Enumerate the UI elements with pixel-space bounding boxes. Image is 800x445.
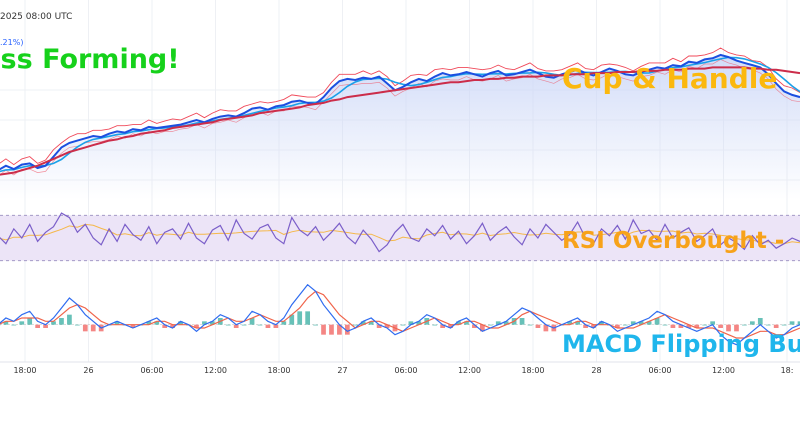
macd-histogram-bar (241, 324, 247, 326)
macd-histogram-bar (535, 324, 541, 328)
time-tick-label: 18:00 (267, 366, 290, 375)
macd-histogram-bar (74, 324, 80, 326)
time-tick-label: 18:00 (13, 366, 36, 375)
macd-histogram-bar (670, 324, 676, 328)
time-tick-label: 26 (83, 366, 93, 375)
time-tick-label: 06:00 (394, 366, 417, 375)
time-tick-label: 12:00 (204, 366, 227, 375)
macd-histogram-bar (789, 321, 795, 325)
macd-histogram-bar (329, 324, 334, 335)
time-tick-label: 12:00 (458, 366, 481, 375)
macd-histogram-bar (742, 324, 747, 326)
macd-histogram-bar (773, 324, 779, 328)
time-tick-label: 12:00 (712, 366, 735, 375)
macd-histogram-bar (718, 324, 723, 328)
macd-histogram-bar (11, 324, 17, 326)
macd-histogram-bar (27, 318, 33, 325)
time-tick-label: 27 (337, 366, 347, 375)
macd-histogram-bar (82, 324, 88, 332)
macd-histogram-bar (749, 321, 755, 325)
time-tick-label: 18:00 (521, 366, 544, 375)
macd-histogram-bar (257, 324, 263, 326)
macd-histogram-bar (321, 324, 326, 335)
time-tick-label: 28 (591, 366, 601, 375)
cup-handle-annotation: Cup & Handle (562, 62, 778, 95)
macd-histogram-bar (265, 324, 271, 328)
macd-histogram-bar (622, 324, 628, 326)
macd-histogram-bar (757, 318, 763, 325)
macd-histogram-bar (662, 324, 668, 326)
rsi-overbought-annotation: RSI Overbought - (562, 228, 785, 254)
macd-histogram-bar (19, 321, 25, 325)
macd-histogram-bar (352, 324, 358, 326)
macd-histogram-bar (59, 318, 64, 325)
macd-flipping-annotation: MACD Flipping Bu (562, 330, 800, 358)
time-tick-label: 06:00 (140, 366, 163, 375)
time-tick-label: 06:00 (648, 366, 671, 375)
macd-histogram-bar (35, 324, 41, 328)
golden-cross-annotation: oss Forming! (0, 44, 180, 75)
chart-stage: 18:00 26 06:00 12:00 18:00 27 06:00 12:00 18:00 2… (0, 0, 800, 445)
macd-histogram-bar (225, 324, 231, 326)
macd-histogram-bar (765, 324, 771, 326)
macd-histogram-bar (305, 311, 311, 325)
macd-histogram-bar (400, 324, 406, 326)
macd-histogram-bar (90, 324, 96, 332)
header-datetime: 2025 08:00 UTC (0, 12, 73, 22)
macd-histogram-bar (313, 324, 318, 326)
macd-histogram-bar (297, 311, 303, 325)
macd-histogram-bar (487, 324, 493, 326)
macd-histogram-bar (519, 318, 525, 325)
time-tick-label: 18: (781, 366, 794, 375)
macd-histogram-bar (67, 314, 72, 325)
macd-histogram-bar (527, 324, 533, 326)
macd-histogram-bar (702, 324, 708, 326)
macd-histogram-bar (432, 324, 438, 326)
macd-histogram-bar (781, 324, 787, 326)
